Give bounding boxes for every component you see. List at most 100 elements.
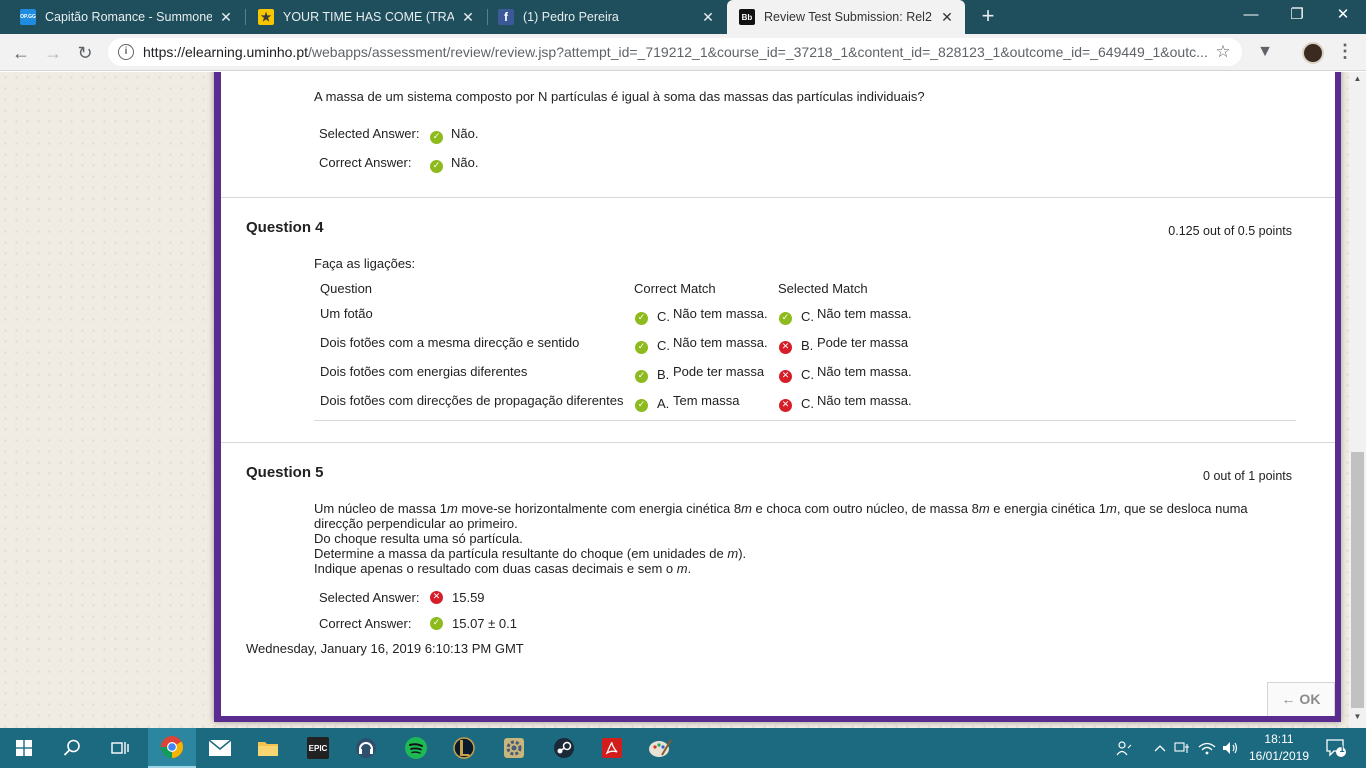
steam-icon[interactable] (540, 728, 588, 768)
forward-button[interactable]: → (40, 40, 66, 66)
people-icon[interactable] (1112, 728, 1136, 768)
notification-center-icon[interactable]: 1 (1322, 728, 1350, 768)
match-letter: C. (657, 338, 670, 353)
address-bar[interactable]: i https://elearning.uminho.pt/webapps/as… (108, 38, 1242, 66)
selected-answer-value: 15.59 (452, 590, 485, 605)
incorrect-x-icon: ✕ (779, 341, 792, 354)
input-method-icon[interactable] (1172, 728, 1192, 768)
notification-count-badge: 1 (1339, 744, 1345, 754)
browser-tab-strip: OP.GG Capitão Romance - Summoner S ✕ ★ Y… (0, 0, 1366, 34)
close-tab-icon[interactable]: ✕ (218, 9, 234, 26)
close-tab-icon[interactable]: ✕ (939, 9, 955, 26)
task-view-icon[interactable] (96, 728, 144, 768)
tab-facebook[interactable]: f (1) Pedro Pereira ✕ (478, 0, 726, 34)
epic-games-icon[interactable]: EPIC (294, 728, 342, 768)
tab-title: YOUR TIME HAS COME (TRADUÇ (283, 10, 454, 24)
match-letter: C. (657, 309, 670, 324)
headset-app-icon[interactable] (342, 728, 390, 768)
ok-button[interactable]: ← OK (1267, 682, 1335, 716)
question-5-score: 0 out of 1 points (1203, 469, 1292, 483)
windows-start-icon[interactable] (0, 728, 48, 768)
league-of-legends-icon[interactable] (440, 728, 488, 768)
page-viewport: A massa de um sistema composto por N par… (0, 72, 1349, 728)
correct-check-icon: ✓ (635, 312, 648, 325)
page-scrollbar[interactable]: ▲ ▼ (1349, 72, 1366, 728)
question-3-text: A massa de um sistema composto por N par… (314, 89, 925, 104)
pdf-reader-icon[interactable] (588, 728, 636, 768)
epic-games-label: EPIC (307, 737, 329, 759)
system-clock[interactable]: 18:11 16/01/2019 (1244, 731, 1314, 765)
incorrect-x-icon: ✕ (430, 591, 443, 604)
correct-answer-label: Correct Answer: (319, 155, 412, 170)
correct-answer-label: Correct Answer: (319, 616, 412, 631)
paint-icon[interactable] (636, 728, 684, 768)
question-5-line-3: Do choque resulta uma só partícula. (314, 531, 523, 546)
match-letter: C. (801, 309, 814, 324)
question-5-line-1: Um núcleo de massa 1m move-se horizontal… (314, 501, 1248, 516)
selected-match-text: Pode ter massa (817, 335, 909, 350)
correct-check-icon: ✓ (430, 131, 443, 144)
letras-star-icon: ★ (258, 9, 274, 25)
match-question: Dois fotões com a mesma direcção e senti… (320, 335, 580, 350)
clock-time: 18:11 (1264, 732, 1294, 746)
submission-timestamp: Wednesday, January 16, 2019 6:10:13 PM G… (246, 641, 524, 656)
match-letter: B. (657, 367, 670, 382)
browser-menu-icon[interactable]: ⋮ (1336, 40, 1354, 64)
url-text[interactable]: https://elearning.uminho.pt/webapps/asse… (143, 44, 1210, 60)
question-divider (221, 197, 1335, 198)
new-tab-button[interactable]: + (976, 4, 1000, 30)
match-header-selected: Selected Match (778, 281, 868, 296)
match-letter: B. (801, 338, 814, 353)
chrome-icon[interactable] (148, 728, 196, 768)
close-tab-icon[interactable]: ✕ (700, 9, 716, 26)
blackboard-icon: Bb (739, 9, 755, 25)
question-4-title: Question 4 (246, 219, 324, 236)
match-question: Dois fotões com energias diferentes (320, 364, 528, 379)
incorrect-x-icon: ✕ (779, 370, 792, 383)
mail-icon[interactable] (196, 728, 244, 768)
profile-avatar[interactable] (1302, 42, 1324, 64)
tab-your-time-has-come[interactable]: ★ YOUR TIME HAS COME (TRADUÇ ✕ (238, 0, 486, 34)
clock-date: 16/01/2019 (1248, 749, 1310, 763)
scroll-up-arrow-icon[interactable]: ▲ (1349, 74, 1366, 86)
correct-check-icon: ✓ (430, 160, 443, 173)
wifi-icon[interactable] (1196, 728, 1218, 768)
file-explorer-icon[interactable] (244, 728, 292, 768)
question-5-title: Question 5 (246, 464, 324, 481)
question-4-prompt: Faça as ligações: (314, 256, 416, 271)
question-5-line-4: Determine a massa da partícula resultant… (314, 546, 747, 561)
reload-button[interactable]: ↻ (72, 40, 98, 66)
back-button[interactable]: ← (8, 40, 34, 66)
volume-icon[interactable] (1220, 728, 1242, 768)
opgg-icon: OP.GG (20, 9, 36, 25)
correct-check-icon: ✓ (635, 399, 648, 412)
chevron-up-icon[interactable] (1150, 728, 1170, 768)
tab-review-test-submission[interactable]: Bb Review Test Submission: Rel2 – [T ✕ (727, 0, 965, 34)
match-letter: C. (801, 367, 814, 382)
match-question: Um fotão (320, 306, 373, 321)
question-5-line-2: direcção perpendicular ao primeiro. (314, 516, 518, 531)
correct-answer-value: 15.07 ± 0.1 (452, 616, 517, 631)
extension-filter-icon[interactable]: ▼ (1256, 43, 1274, 61)
restore-window-button[interactable]: ❐ (1274, 0, 1320, 32)
correct-match-text: Não tem massa. (673, 335, 768, 350)
spotify-icon[interactable] (392, 728, 440, 768)
scroll-down-arrow-icon[interactable]: ▼ (1349, 712, 1366, 724)
facebook-icon: f (498, 9, 514, 25)
bookmark-star-icon[interactable]: ☆ (1210, 42, 1236, 62)
windows-taskbar: EPIC 18:11 16/01/2019 1 (0, 728, 1366, 768)
gear-app-icon[interactable] (490, 728, 538, 768)
correct-check-icon: ✓ (779, 312, 792, 325)
scrollbar-thumb[interactable] (1351, 452, 1364, 708)
close-tab-icon[interactable]: ✕ (460, 9, 476, 26)
tab-capitao-romance[interactable]: OP.GG Capitão Romance - Summoner S ✕ (0, 0, 244, 34)
site-info-icon[interactable]: i (118, 44, 134, 60)
selected-match-text: Não tem massa. (817, 393, 912, 408)
close-window-button[interactable]: ✕ (1320, 0, 1366, 32)
incorrect-x-icon: ✕ (779, 399, 792, 412)
question-5-text: Um núcleo de massa 1m move-se horizontal… (314, 501, 1274, 576)
tab-title: Review Test Submission: Rel2 – [T (764, 10, 933, 24)
search-icon[interactable] (48, 728, 96, 768)
minimize-window-button[interactable]: — (1228, 0, 1274, 32)
correct-check-icon: ✓ (430, 617, 443, 630)
